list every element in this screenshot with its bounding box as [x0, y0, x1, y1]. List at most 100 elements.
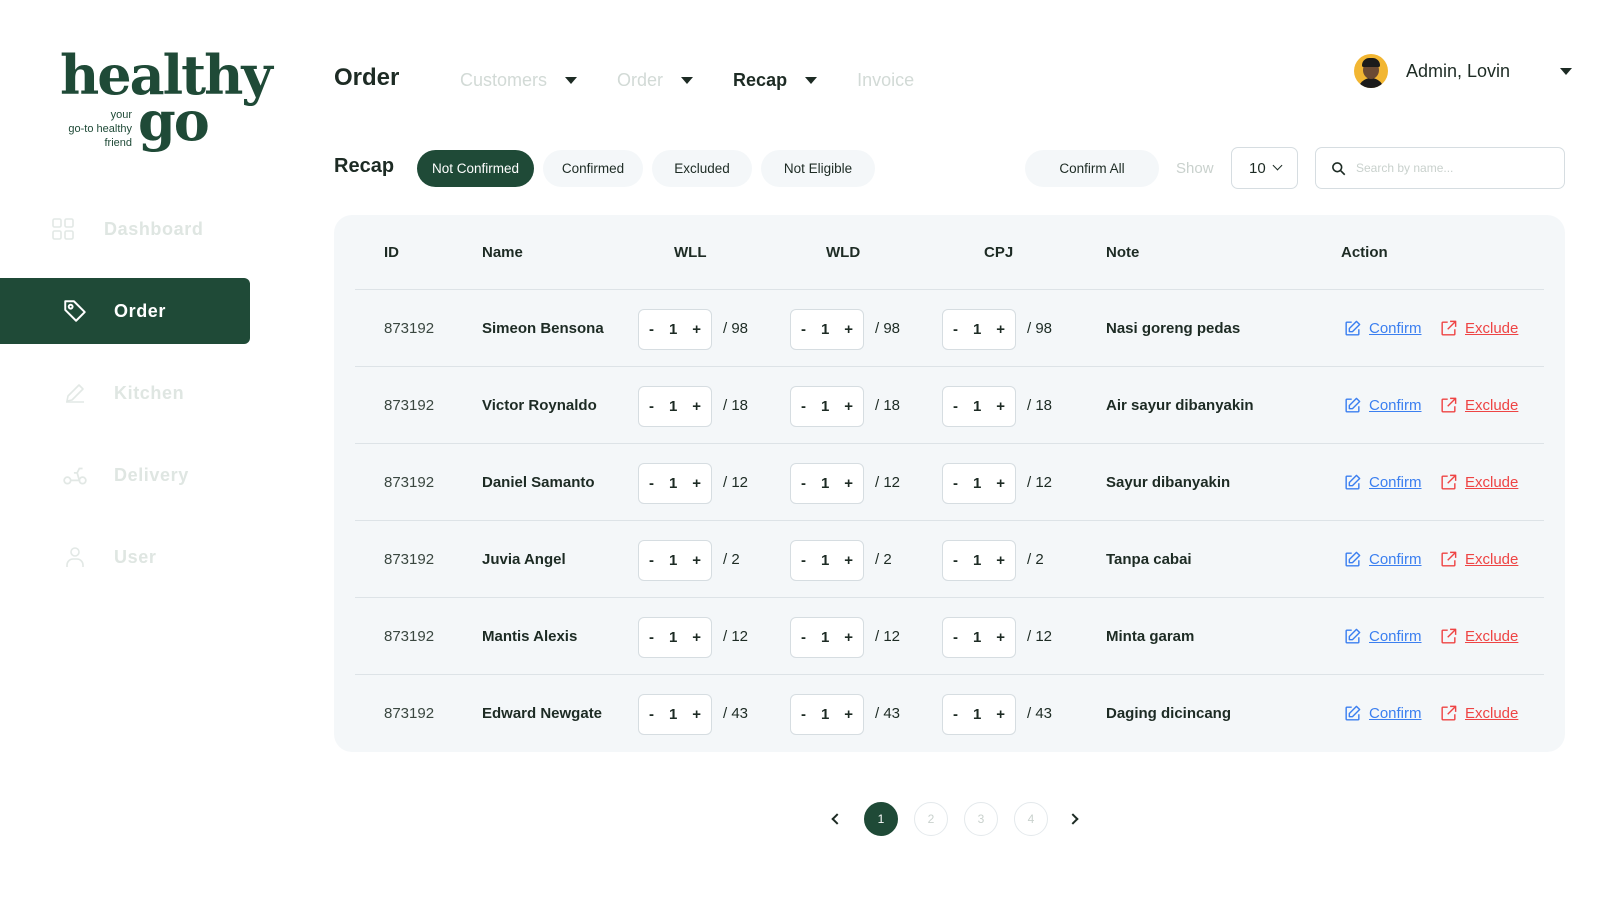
decrement-button[interactable]: - [649, 552, 654, 569]
chip-confirmed[interactable]: Confirmed [543, 150, 643, 187]
confirm-link[interactable]: Confirm [1343, 444, 1422, 521]
wll-stepper[interactable]: -1 + [638, 617, 712, 658]
menu-customers[interactable]: Customers [460, 70, 578, 91]
exclude-link[interactable]: Exclude [1439, 521, 1518, 598]
increment-button[interactable]: + [996, 321, 1005, 338]
confirm-link[interactable]: Confirm [1343, 675, 1422, 752]
exclude-label: Exclude [1465, 474, 1519, 491]
top-menu: Customers Order Recap Invoice [460, 70, 954, 91]
chip-excluded[interactable]: Excluded [652, 150, 752, 187]
decrement-button[interactable]: - [649, 398, 654, 415]
menu-recap[interactable]: Recap [733, 70, 818, 91]
user-menu[interactable]: Admin, Lovin [1354, 54, 1573, 88]
confirm-link[interactable]: Confirm [1343, 290, 1422, 367]
external-link-icon [1439, 627, 1459, 647]
page-4[interactable]: 4 [1014, 802, 1048, 836]
column-header-note: Note [1106, 244, 1140, 261]
row-name: Victor Roynaldo [482, 397, 597, 414]
increment-button[interactable]: + [692, 475, 701, 492]
wll-stepper[interactable]: -1 + [638, 540, 712, 581]
wll-stepper[interactable]: -1 + [638, 463, 712, 504]
confirm-link[interactable]: Confirm [1343, 521, 1422, 598]
wll-stepper[interactable]: -1 + [638, 386, 712, 427]
sidebar-item-user[interactable]: User [0, 524, 250, 590]
sidebar-item-delivery[interactable]: Delivery [0, 442, 250, 508]
cpj-stepper[interactable]: -1 + [942, 463, 1016, 504]
decrement-button[interactable]: - [953, 321, 958, 338]
sidebar-item-order[interactable]: Order [0, 278, 250, 344]
increment-button[interactable]: + [844, 321, 853, 338]
cpj-stepper[interactable]: -1 + [942, 694, 1016, 735]
decrement-button[interactable]: - [801, 475, 806, 492]
page-3[interactable]: 3 [964, 802, 998, 836]
increment-button[interactable]: + [692, 398, 701, 415]
wld-stepper[interactable]: -1 + [790, 386, 864, 427]
increment-button[interactable]: + [692, 629, 701, 646]
decrement-button[interactable]: - [649, 629, 654, 646]
wld-stepper[interactable]: -1 + [790, 309, 864, 350]
exclude-link[interactable]: Exclude [1439, 675, 1518, 752]
cpj-stepper[interactable]: -1 + [942, 617, 1016, 658]
cpj-stepper[interactable]: -1 + [942, 540, 1016, 581]
row-name: Daniel Samanto [482, 474, 595, 491]
wll-stepper[interactable]: -1 + [638, 309, 712, 350]
page-2[interactable]: 2 [914, 802, 948, 836]
wld-stepper[interactable]: -1 + [790, 694, 864, 735]
exclude-link[interactable]: Exclude [1439, 598, 1518, 675]
increment-button[interactable]: + [844, 398, 853, 415]
increment-button[interactable]: + [996, 475, 1005, 492]
table-row: 873192 Daniel Samanto -1 +/ 12-1 +/ 12-1 +/ 1… [355, 443, 1544, 520]
decrement-button[interactable]: - [953, 629, 958, 646]
decrement-button[interactable]: - [649, 706, 654, 723]
search-input[interactable] [1356, 161, 1556, 175]
decrement-button[interactable]: - [953, 706, 958, 723]
increment-button[interactable]: + [996, 629, 1005, 646]
sidebar-item-label: Order [114, 300, 167, 321]
cpj-stepper[interactable]: -1 + [942, 386, 1016, 427]
cpj-stepper[interactable]: -1 + [942, 309, 1016, 350]
chevron-left-icon[interactable] [828, 812, 843, 826]
increment-button[interactable]: + [844, 552, 853, 569]
increment-button[interactable]: + [996, 552, 1005, 569]
decrement-button[interactable]: - [953, 552, 958, 569]
decrement-button[interactable]: - [953, 475, 958, 492]
confirm-all-button[interactable]: Confirm All [1025, 150, 1159, 187]
increment-button[interactable]: + [692, 552, 701, 569]
chevron-right-icon[interactable] [1067, 812, 1082, 826]
wld-stepper[interactable]: -1 + [790, 463, 864, 504]
wld-stepper[interactable]: -1 + [790, 617, 864, 658]
brand-logo[interactable]: healthy go your go-to healthy friend [60, 44, 273, 154]
menu-order[interactable]: Order [617, 70, 694, 91]
sidebar-item-dashboard[interactable]: Dashboard [0, 196, 250, 262]
page-size-select[interactable]: 10 [1231, 147, 1298, 189]
increment-button[interactable]: + [844, 706, 853, 723]
chip-not-eligible[interactable]: Not Eligible [761, 150, 875, 187]
wll-stepper[interactable]: -1 + [638, 694, 712, 735]
sidebar-item-kitchen[interactable]: Kitchen [0, 360, 250, 426]
decrement-button[interactable]: - [649, 475, 654, 492]
increment-button[interactable]: + [844, 475, 853, 492]
exclude-link[interactable]: Exclude [1439, 444, 1518, 521]
exclude-link[interactable]: Exclude [1439, 367, 1518, 444]
decrement-button[interactable]: - [953, 398, 958, 415]
chip-not-confirmed[interactable]: Not Confirmed [417, 150, 534, 187]
decrement-button[interactable]: - [801, 321, 806, 338]
decrement-button[interactable]: - [801, 552, 806, 569]
confirm-link[interactable]: Confirm [1343, 367, 1422, 444]
increment-button[interactable]: + [692, 321, 701, 338]
menu-invoice[interactable]: Invoice [857, 70, 914, 91]
increment-button[interactable]: + [996, 706, 1005, 723]
decrement-button[interactable]: - [649, 321, 654, 338]
exclude-link[interactable]: Exclude [1439, 290, 1518, 367]
increment-button[interactable]: + [996, 398, 1005, 415]
caret-down-icon[interactable] [1560, 67, 1573, 75]
page-1[interactable]: 1 [864, 802, 898, 836]
decrement-button[interactable]: - [801, 629, 806, 646]
column-header-wld: WLD [826, 244, 861, 261]
increment-button[interactable]: + [692, 706, 701, 723]
wld-stepper[interactable]: -1 + [790, 540, 864, 581]
decrement-button[interactable]: - [801, 706, 806, 723]
decrement-button[interactable]: - [801, 398, 806, 415]
confirm-link[interactable]: Confirm [1343, 598, 1422, 675]
increment-button[interactable]: + [844, 629, 853, 646]
